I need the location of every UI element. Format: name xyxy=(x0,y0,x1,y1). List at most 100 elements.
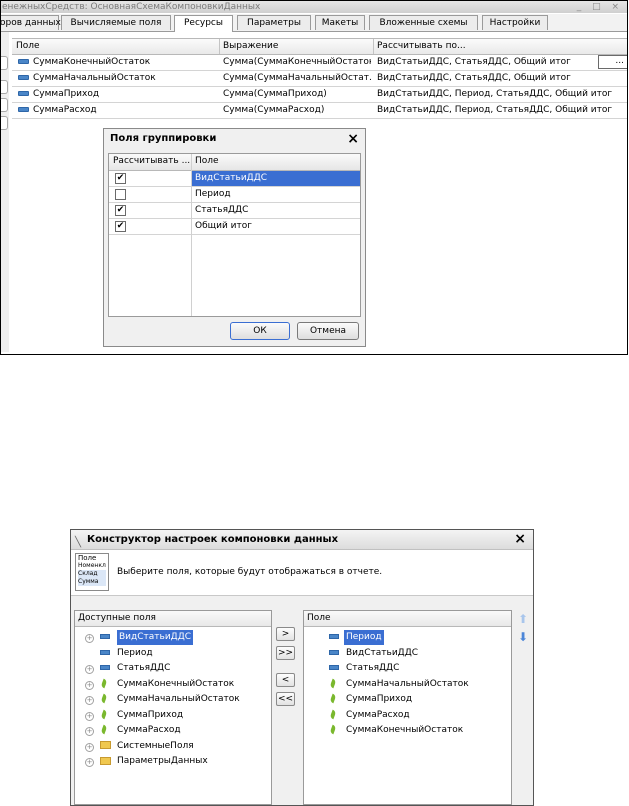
window-controls[interactable]: _ □ × xyxy=(577,1,623,13)
tree-item[interactable]: + ВидСтатьиДДС xyxy=(75,630,271,646)
tab-strip: оров данных Вычисляемые поля Ресурсы Пар… xyxy=(1,14,627,32)
field-icon xyxy=(18,107,29,112)
field-icon xyxy=(18,91,29,96)
tree-item-label: ВидСтатьиДДС xyxy=(117,630,194,645)
field-icon xyxy=(100,646,110,661)
list-item[interactable]: ✔ ВидСтатьиДДС xyxy=(109,171,360,187)
fields-illustration-icon: Поле Номенклатура Склад Сумма xyxy=(75,553,109,591)
tree-item[interactable]: + ПараметрыДанных xyxy=(75,754,271,770)
calc-checkbox[interactable] xyxy=(115,189,126,200)
list-item[interactable]: Период xyxy=(109,187,360,203)
field-cell: СуммаРасход xyxy=(18,104,97,117)
close-icon[interactable]: × xyxy=(514,530,526,549)
field-icon xyxy=(329,646,339,661)
add-all-fields-button[interactable]: >> xyxy=(276,646,295,660)
window-title-bar: енежныхСредств: ОсновнаяСхемаКомпоновкиД… xyxy=(1,1,627,13)
resource-icon xyxy=(329,708,337,723)
calc-by-cell: ВидСтатьиДДС, Период, СтатьяДДС, Общий и… xyxy=(377,105,613,115)
field-icon xyxy=(329,661,339,676)
edit-groupings-button[interactable]: ... xyxy=(598,55,627,69)
list-item[interactable]: СтатьяДДС xyxy=(304,661,511,677)
list-item[interactable]: Период xyxy=(304,630,511,646)
list-item-label: Период xyxy=(344,630,384,645)
tree-item[interactable]: + СуммаНачальныйОстаток xyxy=(75,692,271,708)
calc-by-cell: ВидСтатьиДДС, СтатьяДДС, Общий итог xyxy=(377,57,571,67)
tree-item[interactable]: Период xyxy=(75,646,271,662)
list-item[interactable]: СуммаПриход xyxy=(304,692,511,708)
tab-nested-schemas[interactable]: Вложенные схемы xyxy=(369,15,478,30)
toolbar-handle[interactable] xyxy=(1,98,8,112)
field-icon xyxy=(18,59,29,64)
calc-by-cell: ВидСтатьиДДС, Период, СтатьяДДС, Общий и… xyxy=(377,89,613,99)
expand-icon[interactable]: + xyxy=(85,634,94,643)
column-header-calc-by[interactable]: Рассчитывать по... xyxy=(377,40,466,53)
column-header-field[interactable]: Поле xyxy=(16,40,40,53)
toolbar-handle[interactable] xyxy=(1,116,8,130)
list-item[interactable]: СуммаНачальныйОстаток xyxy=(304,677,511,693)
table-header: Поле Выражение Рассчитывать по... xyxy=(12,38,627,55)
tab-data-sets[interactable]: оров данных xyxy=(1,15,61,30)
move-down-icon[interactable]: ⬇ xyxy=(517,631,529,643)
dialog-title: Поля группировки xyxy=(110,133,217,144)
resource-icon xyxy=(329,692,337,707)
expand-icon[interactable]: + xyxy=(85,696,94,705)
tab-parameters[interactable]: Параметры xyxy=(237,15,311,30)
list-item[interactable]: СуммаКонечныйОстаток xyxy=(304,723,511,739)
column-header-calc[interactable]: Рассчитывать ... xyxy=(113,156,190,166)
field-name: ВидСтатьиДДС xyxy=(192,171,360,186)
toolbar-handle[interactable] xyxy=(1,80,8,94)
layout-settings-wizard-window: ╲ Конструктор настроек компоновки данных… xyxy=(70,529,534,806)
remove-all-fields-button[interactable]: << xyxy=(276,692,295,706)
expression-cell: Сумма(СуммаРасход) xyxy=(223,105,325,115)
table-row[interactable]: СуммаРасход Сумма(СуммаРасход) ВидСтатьи… xyxy=(12,103,627,119)
ok-button[interactable]: ОК xyxy=(230,322,290,340)
window-title: Конструктор настроек компоновки данных xyxy=(87,534,339,545)
list-item[interactable]: ✔ СтатьяДДС xyxy=(109,203,360,219)
column-divider xyxy=(219,39,220,54)
list-item[interactable]: СуммаРасход xyxy=(304,708,511,724)
resource-icon xyxy=(100,708,108,723)
tree-item[interactable]: + СтатьяДДС xyxy=(75,661,271,677)
window-title: енежныхСредств: ОсновнаяСхемаКомпоновкиД… xyxy=(2,2,261,12)
tree-item[interactable]: + СуммаКонечныйОстаток xyxy=(75,677,271,693)
add-field-button[interactable]: > xyxy=(276,627,295,641)
remove-field-button[interactable]: < xyxy=(276,673,295,687)
expand-icon[interactable]: + xyxy=(85,680,94,690)
list-item[interactable]: ✔ Общий итог xyxy=(109,219,360,235)
expand-icon[interactable]: + xyxy=(85,711,94,721)
resource-icon xyxy=(100,677,108,692)
table-row[interactable]: СуммаНачальныйОстаток Сумма(СуммаНачальн… xyxy=(12,71,627,87)
tab-resources[interactable]: Ресурсы xyxy=(174,15,233,32)
tab-calculated-fields[interactable]: Вычисляемые поля xyxy=(61,15,171,30)
list-item-label: СуммаПриход xyxy=(346,694,413,704)
expand-icon[interactable]: + xyxy=(85,758,94,767)
left-toolbar-strip xyxy=(1,32,9,352)
grouping-fields-list: Рассчитывать ... Поле ✔ ВидСтатьиДДС Пер… xyxy=(108,153,361,317)
expand-icon[interactable]: + xyxy=(85,742,94,752)
calc-checkbox[interactable]: ✔ xyxy=(115,221,126,232)
table-row[interactable]: СуммаКонечныйОстаток Сумма(СуммаКонечный… xyxy=(12,55,627,71)
tree-item-label: СуммаНачальныйОстаток xyxy=(117,694,240,704)
calc-checkbox[interactable]: ✔ xyxy=(115,173,126,184)
expression-cell: Сумма(СуммаПриход) xyxy=(223,89,327,99)
tree-item-label: СтатьяДДС xyxy=(117,663,171,673)
calc-checkbox[interactable]: ✔ xyxy=(115,205,126,216)
list-item-label: СуммаНачальныйОстаток xyxy=(346,678,469,689)
tab-settings[interactable]: Настройки xyxy=(482,15,548,30)
move-up-icon[interactable]: ⬆ xyxy=(517,613,529,625)
toolbar-handle[interactable] xyxy=(1,56,8,70)
resource-icon xyxy=(100,723,108,738)
tree-item[interactable]: + СистемныеПоля xyxy=(75,739,271,755)
expand-icon[interactable]: + xyxy=(85,665,94,674)
cancel-button[interactable]: Отмена xyxy=(297,322,359,340)
close-icon[interactable]: × xyxy=(347,129,359,149)
list-item[interactable]: ВидСтатьиДДС xyxy=(304,646,511,662)
tree-item[interactable]: + СуммаРасход xyxy=(75,723,271,739)
tree-item[interactable]: + СуммаПриход xyxy=(75,708,271,724)
expand-icon[interactable]: + xyxy=(85,727,94,736)
table-row[interactable]: СуммаПриход Сумма(СуммаПриход) ВидСтатьи… xyxy=(12,87,627,103)
column-header-field[interactable]: Поле xyxy=(195,156,219,166)
field-icon xyxy=(100,661,110,676)
column-header-expression[interactable]: Выражение xyxy=(223,40,278,53)
tab-templates[interactable]: Макеты xyxy=(315,15,365,30)
